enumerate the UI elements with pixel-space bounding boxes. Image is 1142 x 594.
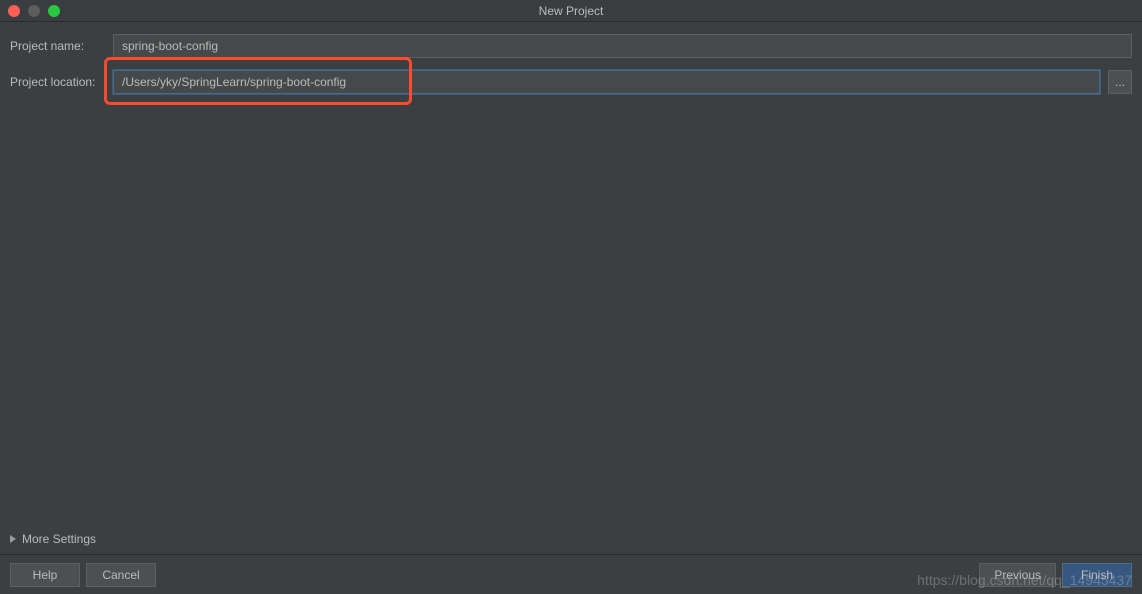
previous-button[interactable]: Previous xyxy=(979,563,1056,587)
project-name-label: Project name: xyxy=(10,39,105,53)
maximize-window-button[interactable] xyxy=(48,5,60,17)
close-window-button[interactable] xyxy=(8,5,20,17)
more-settings-toggle[interactable]: More Settings xyxy=(10,532,96,546)
cancel-button[interactable]: Cancel xyxy=(86,563,156,587)
minimize-window-button[interactable] xyxy=(28,5,40,17)
browse-location-button[interactable]: ... xyxy=(1108,70,1132,94)
help-button[interactable]: Help xyxy=(10,563,80,587)
project-location-label: Project location: xyxy=(10,75,105,89)
chevron-right-icon xyxy=(10,535,16,543)
project-name-row: Project name: xyxy=(10,34,1132,58)
project-location-wrapper xyxy=(113,70,1100,94)
more-settings-label: More Settings xyxy=(22,532,96,546)
project-location-row: Project location: ... xyxy=(10,70,1132,94)
window-controls xyxy=(0,5,60,17)
footer-left-buttons: Help Cancel xyxy=(10,563,156,587)
project-location-input[interactable] xyxy=(113,70,1100,94)
footer-right-buttons: Previous Finish xyxy=(979,563,1132,587)
dialog-content: Project name: Project location: ... xyxy=(0,22,1142,94)
finish-button[interactable]: Finish xyxy=(1062,563,1132,587)
dialog-footer: Help Cancel Previous Finish xyxy=(0,554,1142,594)
window-title: New Project xyxy=(539,4,604,18)
title-bar: New Project xyxy=(0,0,1142,22)
project-name-input[interactable] xyxy=(113,34,1132,58)
